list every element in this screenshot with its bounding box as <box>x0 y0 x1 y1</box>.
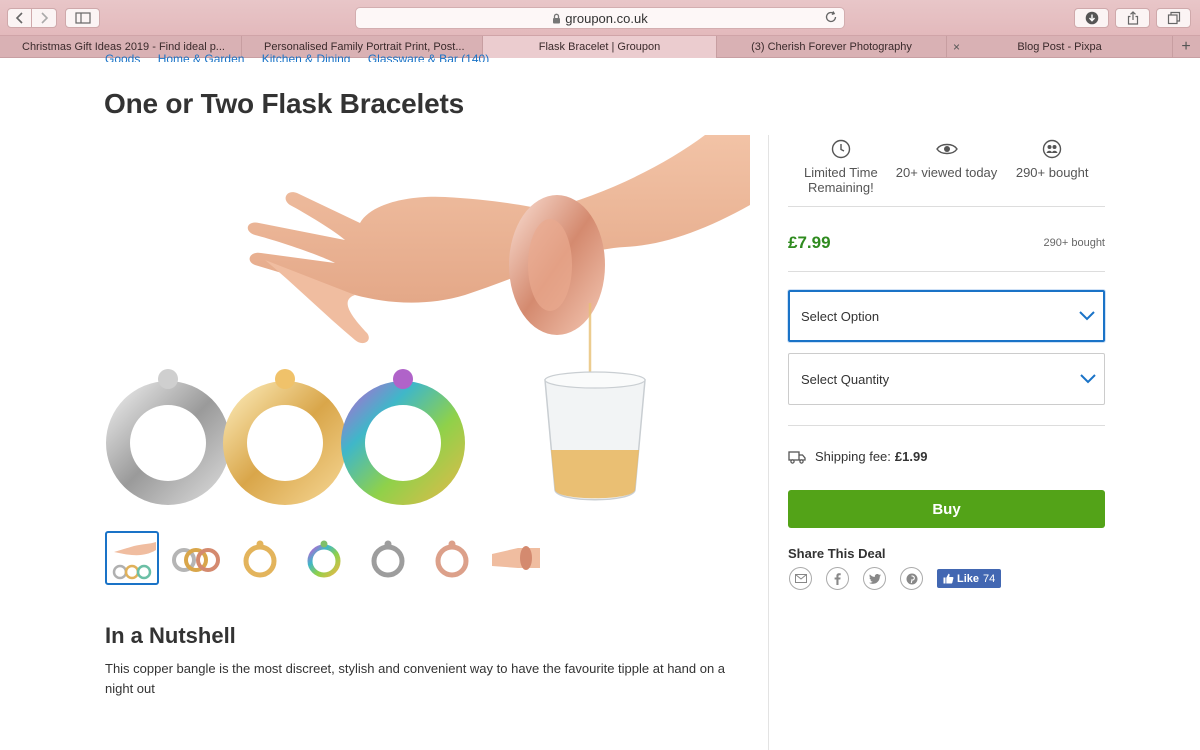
thumbnail-1[interactable] <box>105 531 159 585</box>
product-main-image[interactable] <box>105 135 750 520</box>
forward-button[interactable] <box>32 8 57 28</box>
tab-flask-bracelet[interactable]: Flask Bracelet | Groupon <box>483 36 717 58</box>
chevron-right-icon <box>41 12 49 24</box>
stat-label: 20+ viewed today <box>895 165 998 180</box>
back-button[interactable] <box>7 8 32 28</box>
share-button[interactable] <box>1115 8 1150 28</box>
tab-cherish-forever[interactable]: (3) Cherish Forever Photography <box>717 36 947 58</box>
thumbnail-6[interactable] <box>425 531 479 585</box>
nutshell-heading: In a Nutshell <box>105 623 236 648</box>
thumbnail-image <box>172 548 220 572</box>
thumbs-up-icon <box>943 573 954 584</box>
tab-label: Flask Bracelet | Groupon <box>538 41 661 53</box>
select-option-label: Select Option <box>801 308 880 324</box>
deal-stats: Limited Time Remaining! 20+ viewed today… <box>788 135 1105 207</box>
thumbnail-4[interactable] <box>297 531 351 585</box>
deal-price: £7.99 <box>788 233 831 252</box>
thumbnail-7[interactable] <box>489 531 543 585</box>
close-tab-icon[interactable]: × <box>953 36 960 58</box>
breadcrumb-item[interactable]: Goods <box>105 52 140 62</box>
column-divider <box>768 135 769 750</box>
select-option-dropdown[interactable]: Select Option <box>788 290 1105 342</box>
tab-label: Blog Post - Pixpa <box>1017 41 1102 53</box>
shipping-value: £1.99 <box>894 449 928 464</box>
stat-bought: 290+ bought <box>999 135 1105 206</box>
breadcrumb: Goods Home & Garden Kitchen & Dining Gla… <box>105 52 503 62</box>
stat-viewed: 20+ viewed today <box>894 135 1000 206</box>
chevron-left-icon <box>15 12 23 24</box>
share-icons: Like 74 <box>789 567 1002 590</box>
truck-icon <box>788 450 806 464</box>
stat-limited-time: Limited Time Remaining! <box>788 135 894 206</box>
downloads-button[interactable] <box>1074 8 1109 28</box>
breadcrumb-item[interactable]: Glassware & Bar (140) <box>368 52 489 62</box>
tab-blog-post[interactable]: × Blog Post - Pixpa <box>947 36 1173 58</box>
page-title: One or Two Flask Bracelets <box>104 88 464 119</box>
thumbnail-image <box>307 540 341 578</box>
select-quantity-dropdown[interactable]: Select Quantity <box>788 353 1105 405</box>
reload-icon[interactable] <box>824 10 838 24</box>
thumbnail-image <box>492 546 540 570</box>
thumbnail-2[interactable] <box>169 531 223 585</box>
email-icon[interactable] <box>789 567 812 590</box>
divider <box>788 425 1105 426</box>
thumbnail-image <box>371 540 405 578</box>
stat-label: 290+ bought <box>1015 165 1089 180</box>
address-bar[interactable]: groupon.co.uk <box>355 7 845 29</box>
chevron-down-icon <box>1080 374 1096 384</box>
new-tab-button[interactable]: + <box>1173 36 1199 58</box>
shipping-fee: Shipping fee: £1.99 <box>788 449 927 464</box>
thumbnail-image <box>112 542 156 580</box>
breadcrumb-item[interactable]: Home & Garden <box>158 52 245 62</box>
thumbnail-5[interactable] <box>361 531 415 585</box>
sidebar-icon <box>74 12 91 24</box>
eye-icon <box>935 143 958 155</box>
shipping-label: Shipping fee: <box>815 449 891 464</box>
nav-buttons <box>7 8 57 28</box>
url-text: groupon.co.uk <box>565 10 648 26</box>
nutshell-description: This copper bangle is the most discreet,… <box>105 661 726 696</box>
like-label: Like <box>957 572 980 585</box>
facebook-like-button[interactable]: Like 74 <box>937 569 1002 588</box>
clock-icon <box>831 139 851 159</box>
lock-icon <box>553 13 561 23</box>
pinterest-icon[interactable] <box>900 567 923 590</box>
facebook-icon[interactable] <box>826 567 849 590</box>
price-row: £7.99 290+ bought <box>788 207 1105 272</box>
flask-bracelet-illustration <box>106 135 750 505</box>
breadcrumb-item[interactable]: Kitchen & Dining <box>262 52 351 62</box>
thumbnail-strip <box>105 531 553 585</box>
people-icon <box>1042 139 1062 159</box>
thumbnail-image <box>435 540 469 578</box>
like-count: 74 <box>983 572 996 585</box>
browser-toolbar: groupon.co.uk <box>0 0 1200 36</box>
stat-label: Limited Time Remaining! <box>803 165 878 195</box>
thumbnail-image <box>243 540 277 578</box>
buy-button[interactable]: Buy <box>788 490 1105 528</box>
tab-label: (3) Cherish Forever Photography <box>751 41 912 53</box>
tabs-icon <box>1167 11 1180 25</box>
tabs-overview-button[interactable] <box>1156 8 1191 28</box>
share-box-icon <box>1127 11 1138 25</box>
thumbnail-3[interactable] <box>233 531 287 585</box>
sidebar-button[interactable] <box>65 8 100 28</box>
select-quantity-label: Select Quantity <box>801 371 890 387</box>
download-icon <box>1085 11 1098 25</box>
share-heading: Share This Deal <box>788 546 886 561</box>
twitter-icon[interactable] <box>863 567 886 590</box>
bought-count: 290+ bought <box>1043 237 1105 249</box>
chevron-down-icon <box>1079 311 1095 321</box>
